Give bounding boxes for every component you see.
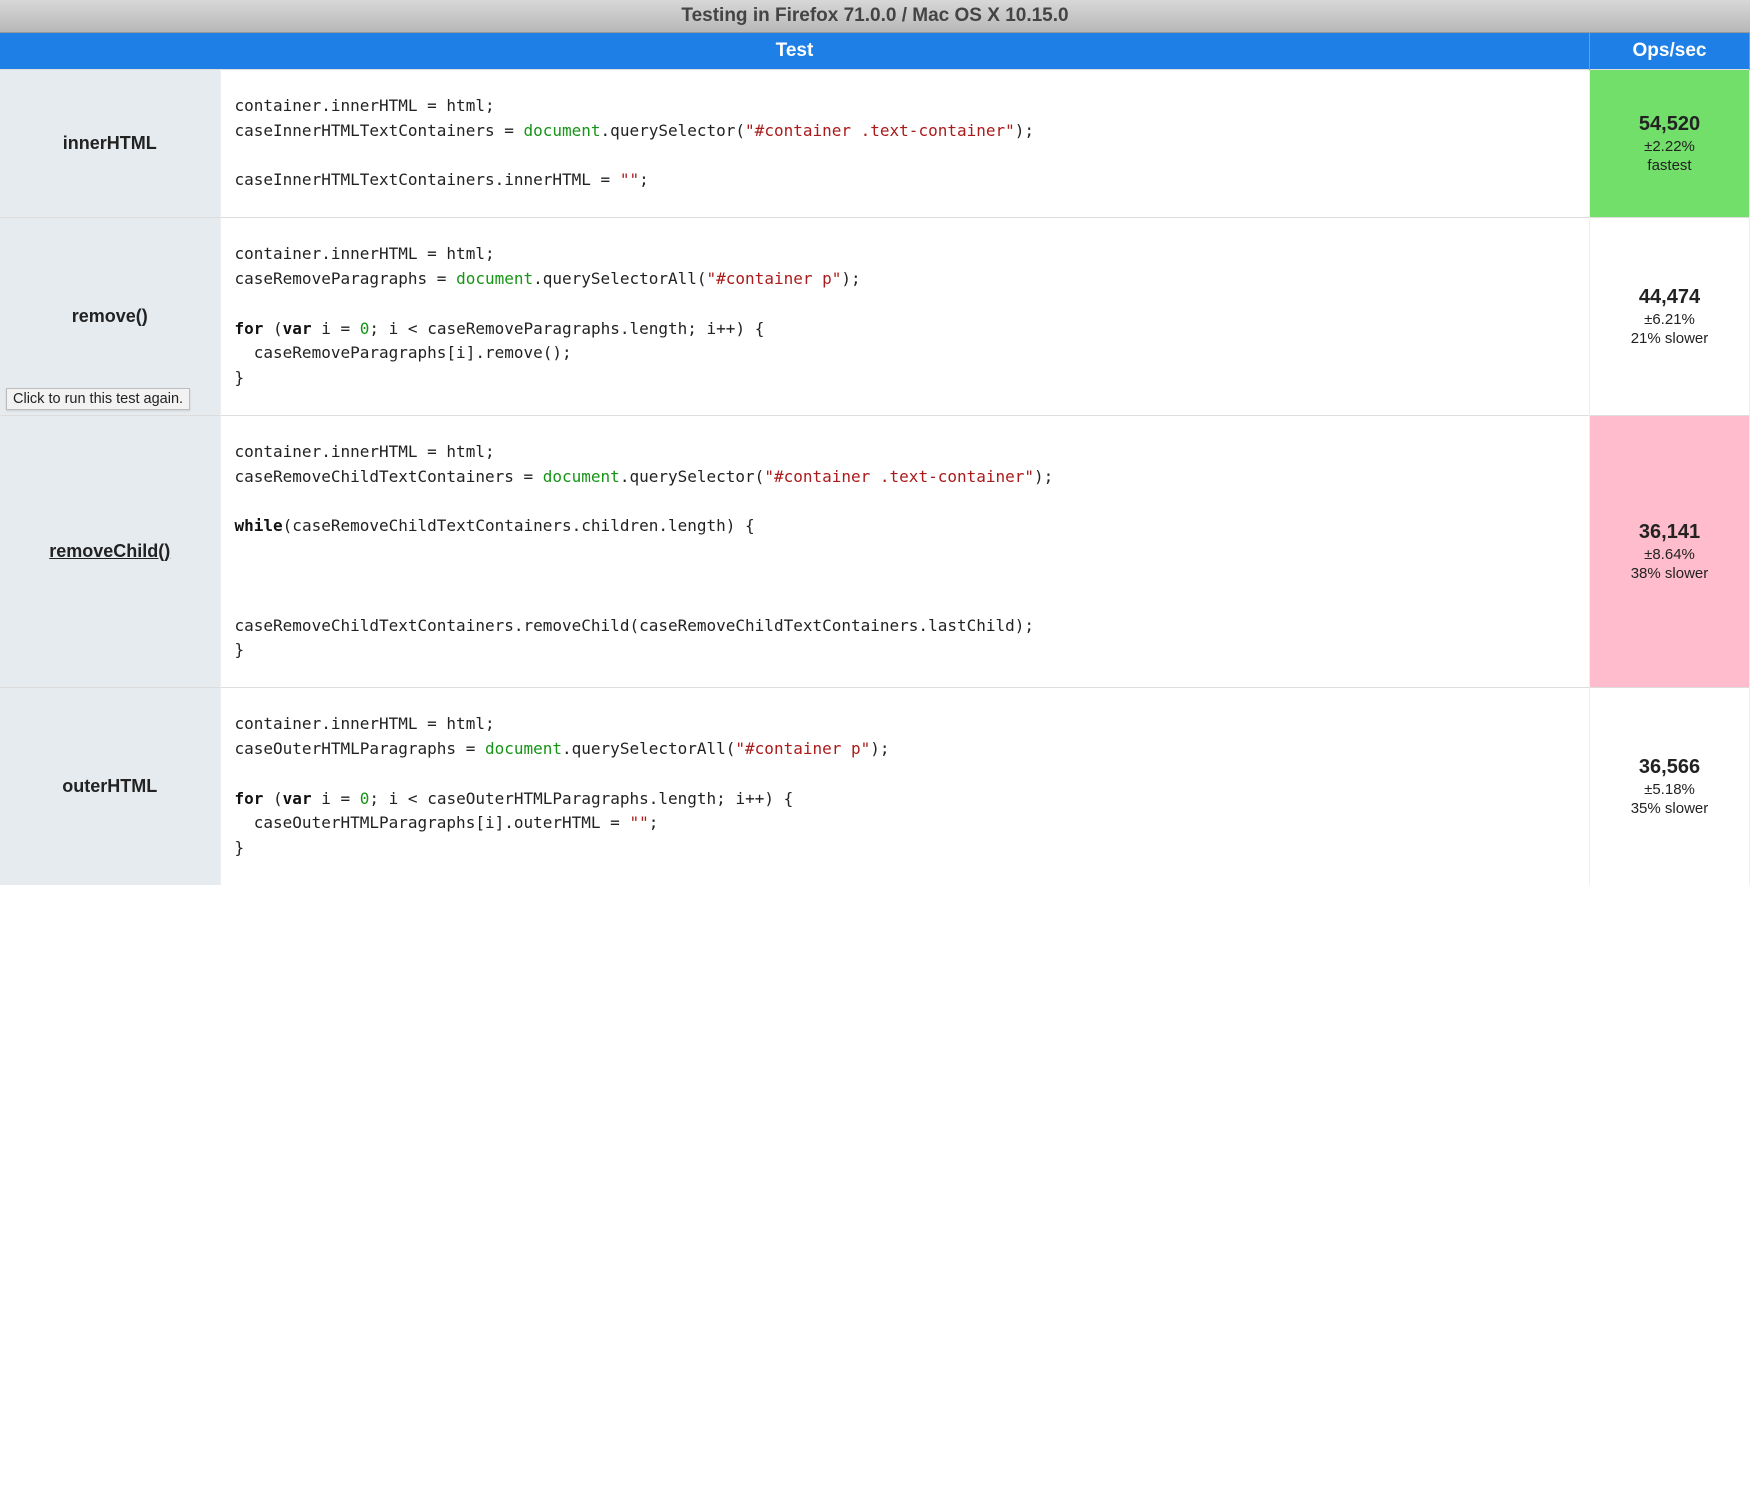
test-code-cell: container.innerHTML = html; caseInnerHTM… [220,70,1590,218]
ops-variance: ±8.64% [1598,546,1741,563]
test-name-cell[interactable]: Click to run this test again.removeChild… [0,415,220,687]
test-code: container.innerHTML = html; caseRemovePa… [235,242,1576,391]
test-name-link[interactable]: innerHTML [63,133,157,153]
test-code: container.innerHTML = html; caseInnerHTM… [235,94,1576,193]
ops-note: 38% slower [1598,565,1741,582]
table-row: outerHTML container.innerHTML = html; cas… [0,688,1750,885]
rerun-tooltip: Click to run this test again. [6,388,190,410]
test-code: container.innerHTML = html; caseOuterHTM… [235,712,1576,861]
header-ops: Ops/sec [1590,33,1750,70]
table-row: innerHTML container.innerHTML = html; cas… [0,70,1750,218]
test-name-link[interactable]: outerHTML [62,776,157,796]
ops-note: 21% slower [1598,330,1741,347]
test-code-cell: container.innerHTML = html; caseRemoveCh… [220,415,1590,687]
ops-variance: ±6.21% [1598,311,1741,328]
test-code-cell: container.innerHTML = html; caseOuterHTM… [220,688,1590,885]
test-name-link[interactable]: remove() [72,306,148,326]
test-name-link[interactable]: removeChild() [49,541,170,561]
ops-variance: ±2.22% [1598,138,1741,155]
test-name-cell[interactable]: remove() [0,218,220,416]
ops-cell: 36,566 ±5.18% 35% slower [1590,688,1750,885]
benchmark-table: Test Ops/sec innerHTML container.innerHTM… [0,33,1750,885]
ops-value: 54,520 [1598,113,1741,136]
ops-cell: 54,520 ±2.22% fastest [1590,70,1750,218]
ops-variance: ±5.18% [1598,781,1741,798]
ops-note: fastest [1598,157,1741,174]
ops-value: 36,566 [1598,756,1741,779]
test-name-cell[interactable]: innerHTML [0,70,220,218]
table-row: remove() container.innerHTML = html; case… [0,218,1750,416]
ops-note: 35% slower [1598,800,1741,817]
table-row: Click to run this test again.removeChild… [0,415,1750,687]
ops-value: 44,474 [1598,286,1741,309]
test-code-cell: container.innerHTML = html; caseRemovePa… [220,218,1590,416]
header-test: Test [0,33,1590,70]
ops-cell: 44,474 ±6.21% 21% slower [1590,218,1750,416]
test-name-cell[interactable]: outerHTML [0,688,220,885]
test-code: container.innerHTML = html; caseRemoveCh… [235,440,1576,663]
ops-cell: 36,141 ±8.64% 38% slower [1590,415,1750,687]
ops-value: 36,141 [1598,521,1741,544]
window-title: Testing in Firefox 71.0.0 / Mac OS X 10.… [0,0,1750,33]
